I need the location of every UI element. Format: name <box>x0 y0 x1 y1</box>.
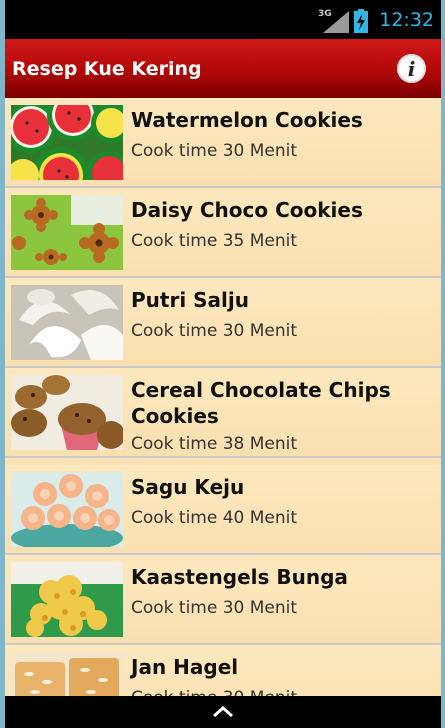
recipe-cook-time: Cook time 30 Menit <box>131 321 298 341</box>
recipe-title: Kaastengels Bunga <box>131 565 348 589</box>
recipe-list[interactable]: Watermelon Cookies Cook time 30 Menit Da… <box>5 98 441 696</box>
clock: 12:32 <box>379 9 434 31</box>
recipe-thumbnail <box>11 105 123 180</box>
recipe-cook-time: Cook time 35 Menit <box>131 231 298 251</box>
recipe-thumbnail <box>11 375 123 450</box>
recipe-thumbnail <box>11 195 123 270</box>
recipe-cook-time: Cook time 30 Menit <box>131 598 298 618</box>
list-item[interactable]: Putri Salju Cook time 30 Menit <box>5 278 441 368</box>
list-item[interactable]: Sagu Keju Cook time 40 Menit <box>5 465 441 555</box>
recipe-thumbnail <box>11 652 123 696</box>
recipe-thumbnail <box>11 285 123 360</box>
recipe-title: Sagu Keju <box>131 475 245 499</box>
list-item[interactable]: Watermelon Cookies Cook time 30 Menit <box>5 98 441 188</box>
list-item[interactable]: Cereal Chocolate Chips Cookies Cook time… <box>5 368 441 458</box>
recipe-title: Watermelon Cookies <box>131 108 363 132</box>
recipe-title: Cereal Chocolate Chips Cookies <box>131 378 391 428</box>
list-item[interactable]: Jan Hagel Cook time 30 Menit <box>5 645 441 696</box>
device-screen: 3G 12:32 Resep Kue Kering i Watermelon C… <box>5 0 441 728</box>
recipe-title: Jan Hagel <box>131 655 239 679</box>
list-item[interactable]: Kaastengels Bunga Cook time 30 Menit <box>5 555 441 645</box>
status-bar: 3G 12:32 <box>5 0 441 39</box>
recipe-title: Putri Salju <box>131 288 249 312</box>
signal-icon <box>323 11 349 33</box>
recipe-title: Daisy Choco Cookies <box>131 198 363 222</box>
recipe-cook-time: Cook time 30 Menit <box>131 688 297 696</box>
chevron-up-icon[interactable] <box>212 706 234 718</box>
navigation-bar <box>5 696 441 728</box>
app-title: Resep Kue Kering <box>12 58 202 80</box>
recipe-thumbnail <box>11 562 123 637</box>
recipe-thumbnail <box>11 472 123 547</box>
app-bar: Resep Kue Kering i <box>5 39 441 98</box>
info-icon[interactable]: i <box>397 54 426 83</box>
list-item[interactable]: Daisy Choco Cookies Cook time 35 Menit <box>5 188 441 278</box>
recipe-cook-time: Cook time 40 Menit <box>131 508 298 528</box>
recipe-cook-time: Cook time 38 Menit <box>131 434 298 454</box>
battery-charging-icon <box>354 9 368 33</box>
recipe-cook-time: Cook time 30 Menit <box>131 141 298 161</box>
